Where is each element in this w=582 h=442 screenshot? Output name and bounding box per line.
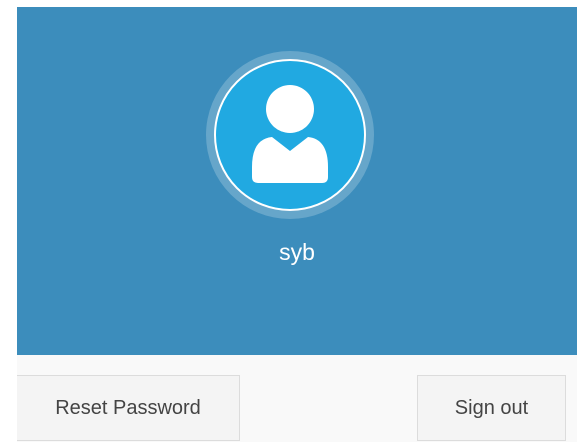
username: syb	[279, 239, 315, 265]
avatar-ring	[206, 51, 374, 219]
reset-password-button[interactable]: Reset Password	[17, 375, 240, 441]
avatar	[214, 59, 366, 211]
user-header: syb	[17, 7, 577, 355]
sign-out-button[interactable]: Sign out	[417, 375, 566, 441]
user-footer: Reset Password Sign out	[17, 355, 577, 442]
user-avatar-icon	[252, 85, 328, 183]
user-menu-panel: syb Reset Password Sign out	[17, 7, 577, 442]
